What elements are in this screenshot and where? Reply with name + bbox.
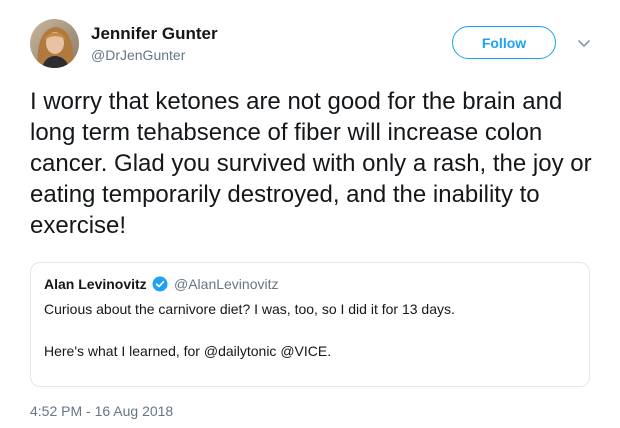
tweet-timestamp[interactable]: 4:52 PM - 16 Aug 2018	[30, 403, 173, 419]
author-name[interactable]: Jennifer Gunter	[91, 24, 218, 44]
tweet-text: I worry that ketones are not good for th…	[30, 88, 592, 239]
quoted-tweet-text-line: Here's what I learned, for @dailytonic @…	[44, 343, 332, 359]
author-handle[interactable]: @DrJenGunter	[91, 47, 185, 63]
verified-badge-icon	[152, 276, 168, 292]
chevron-down-icon[interactable]	[576, 37, 592, 51]
quoted-author-handle: @AlanLevinovitz	[174, 276, 279, 292]
follow-button[interactable]: Follow	[452, 26, 556, 59]
author-avatar[interactable]	[30, 19, 79, 68]
avatar-image	[30, 19, 79, 68]
quoted-tweet-text-line: Curious about the carnivore diet? I was,…	[44, 301, 455, 317]
quoted-tweet-card[interactable]: Alan Levinovitz @AlanLevinovitz Curious …	[30, 262, 590, 387]
quoted-author-name: Alan Levinovitz	[44, 276, 147, 292]
